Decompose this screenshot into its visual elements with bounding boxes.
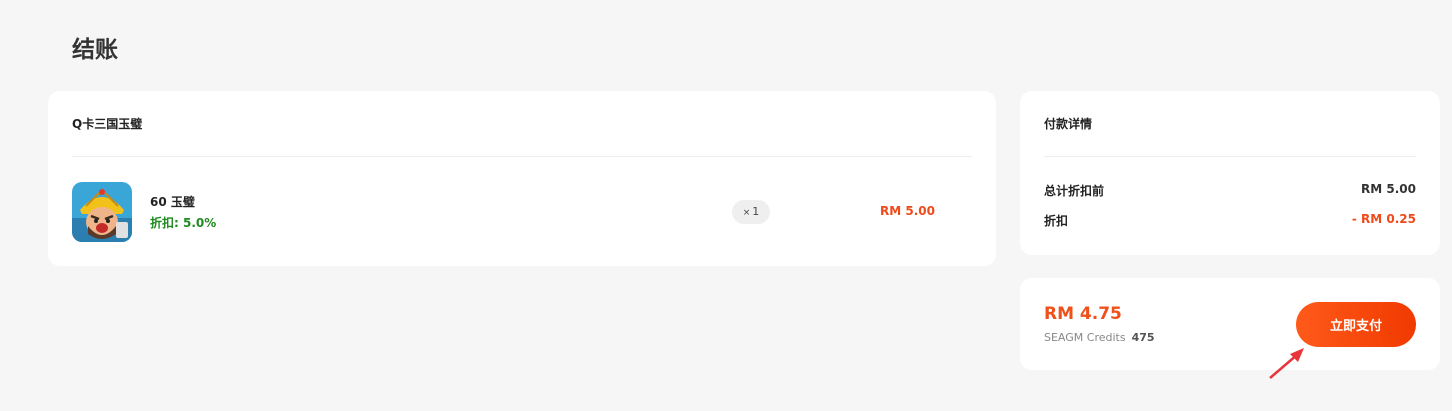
discount-row-label: 折扣 xyxy=(1044,214,1069,228)
divider xyxy=(72,156,972,157)
game-hero-icon xyxy=(72,182,132,242)
payment-details-card: 付款详情 总计折扣前 RM 5.00 折扣 - RM 0.25 xyxy=(1020,91,1440,255)
game-name: Q卡三国玉璧 xyxy=(72,117,143,131)
quantity-value: 1 xyxy=(752,205,760,218)
pay-now-button[interactable]: 立即支付 xyxy=(1296,302,1416,347)
checkout-page: 结账 Q卡三国玉璧 60 玉璧 折扣: 5.0% × 1 RM 5.00 付款详… xyxy=(0,0,1452,411)
line-price: RM 5.00 xyxy=(880,204,935,218)
annotation-arrow-icon xyxy=(1269,348,1304,379)
divider xyxy=(1044,156,1416,157)
pay-card: RM 4.75 SEAGM Credits 475 立即支付 xyxy=(1020,278,1440,370)
quantity-prefix: × xyxy=(742,208,751,218)
credits-label: SEAGM Credits xyxy=(1044,331,1126,344)
credits-line: SEAGM Credits 475 xyxy=(1044,331,1155,344)
credits-value: 475 xyxy=(1131,331,1155,344)
quantity-badge: × 1 xyxy=(732,200,770,224)
total-amount: RM 4.75 xyxy=(1044,304,1122,324)
product-name: 60 玉璧 xyxy=(150,195,195,209)
discount-label: 折扣: 5.0% xyxy=(150,216,217,230)
subtotal-label: 总计折扣前 xyxy=(1044,184,1105,198)
page-title: 结账 xyxy=(72,37,118,63)
discount-row-value: - RM 0.25 xyxy=(1351,212,1416,226)
payment-details-title: 付款详情 xyxy=(1044,117,1093,131)
order-card: Q卡三国玉璧 60 玉璧 折扣: 5.0% × 1 RM 5.00 xyxy=(48,91,996,266)
subtotal-value: RM 5.00 xyxy=(1361,182,1416,196)
